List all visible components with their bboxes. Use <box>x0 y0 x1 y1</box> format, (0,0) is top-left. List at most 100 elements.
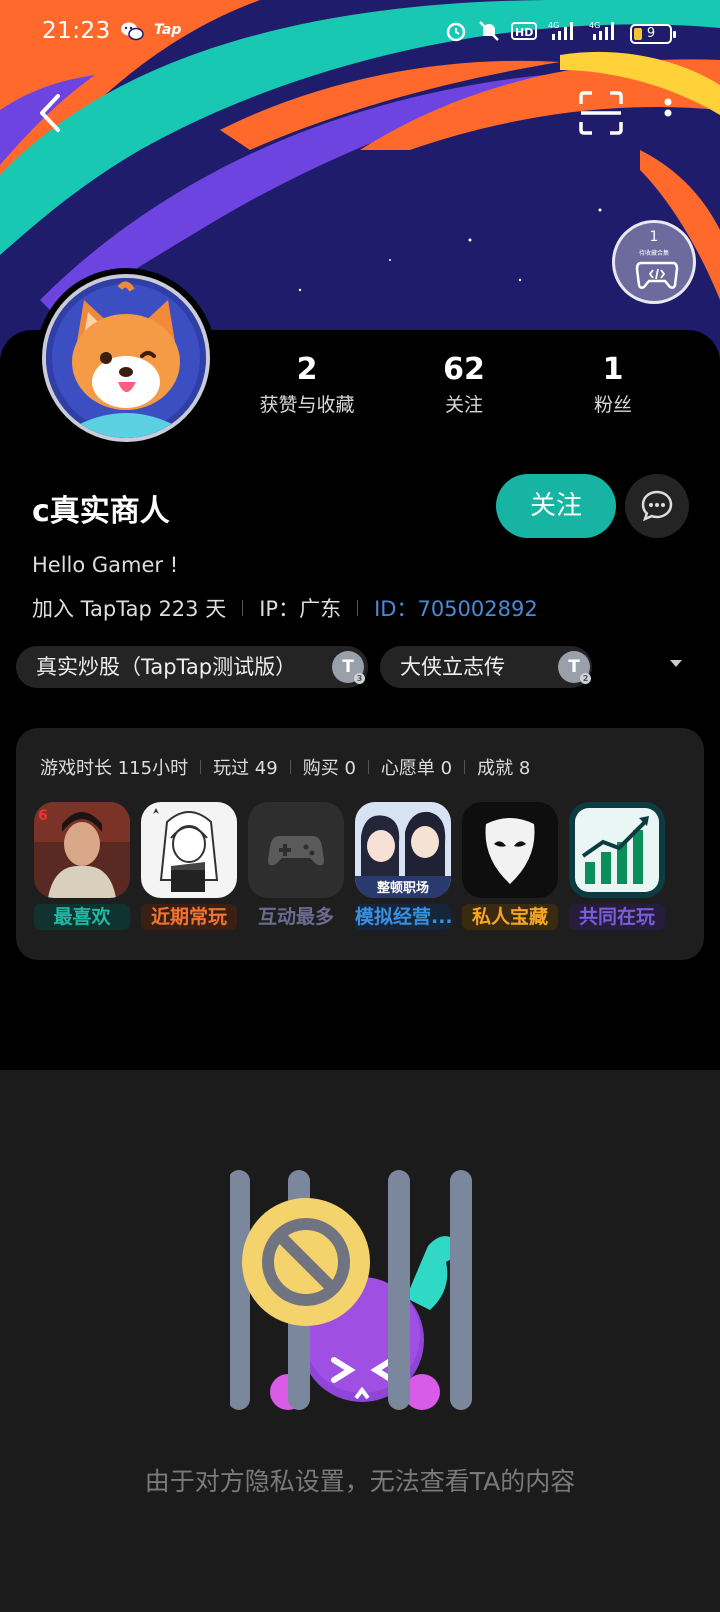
gamepad-icon <box>635 261 679 289</box>
stat-followers-value: 1 <box>602 352 624 387</box>
privacy-message: 由于对方隐私设置，无法查看TA的内容 <box>144 1467 576 1496</box>
taptap-icon-text: T <box>568 657 580 677</box>
game-collection-badge[interactable]: 1 待收藏合集 <box>612 220 696 304</box>
play-time[interactable]: 游戏时长 115小时 <box>40 754 188 780</box>
taptap-level-icon: T2 <box>558 651 591 684</box>
message-button[interactable] <box>625 474 689 538</box>
game-icon-simulation: 整顿职场 <box>355 802 451 898</box>
game-tag-2[interactable]: 大侠立志传 T2 <box>380 646 592 688</box>
divider <box>357 600 359 616</box>
divider <box>200 760 202 774</box>
signal-4g-icon: 4G <box>548 20 578 48</box>
wechat-icon <box>120 21 144 47</box>
status-icons: HD 4G 4G 9 <box>445 20 676 48</box>
game-most-interacted[interactable]: 互动最多 <box>248 802 344 930</box>
stat-following-label: 关注 <box>444 394 483 416</box>
divider <box>464 760 466 774</box>
game-playing-together[interactable]: 共同在玩 <box>569 802 665 930</box>
svg-text:HD: HD <box>515 26 533 39</box>
game-icon-stocks <box>569 802 665 898</box>
user-id-value: 705002892 <box>417 597 538 621</box>
jail-blocked-icon <box>228 1170 472 1410</box>
stat-following-value: 62 <box>443 352 485 387</box>
taptap-icon-text: T <box>342 657 354 677</box>
taptap-status-icon: Tap <box>154 22 182 38</box>
badge-caption: 待收藏合集 <box>638 250 669 257</box>
game-recent[interactable]: 近期常玩 <box>141 802 237 930</box>
game-label: 共同在玩 <box>569 904 665 930</box>
game-tag-label: 大侠立志传 <box>400 655 505 679</box>
avatar[interactable] <box>36 268 216 448</box>
stat-following[interactable]: 62 关注 <box>389 350 539 420</box>
scan-icon <box>579 91 623 135</box>
status-bar: 21:23 Tap HD 4G 4G 9 <box>0 16 720 50</box>
stat-followers-label: 粉丝 <box>593 394 632 416</box>
game-label: 互动最多 <box>248 904 344 930</box>
profile-meta: 加入 TapTap 223 天 IP：广东 ID：705002892 <box>32 593 538 623</box>
tag-level: 3 <box>354 673 365 684</box>
game-icon-favorite: 6 <box>34 802 130 898</box>
battery-level: 9 <box>646 26 656 41</box>
username: c真实商人 <box>32 494 170 529</box>
game-icon-recent <box>141 802 237 898</box>
shiba-dog-avatar-icon <box>46 278 206 438</box>
mute-icon <box>478 20 500 48</box>
stat-likes[interactable]: 2 获赞与收藏 <box>232 350 382 420</box>
avatar-image <box>42 274 210 442</box>
stock-chart-icon <box>569 802 665 898</box>
content-area: 由于对方隐私设置，无法查看TA的内容 <box>0 1070 720 1612</box>
more-button[interactable] <box>658 90 678 136</box>
follow-button[interactable]: 关注 <box>496 474 616 538</box>
game-label: 模拟经营... <box>355 904 451 930</box>
scan-button[interactable] <box>578 90 624 136</box>
battery-icon: 9 <box>630 24 676 44</box>
game-tag-label: 真实炒股（TapTap测试版） <box>36 655 297 679</box>
expand-tags-icon[interactable] <box>670 660 682 667</box>
mask-icon <box>462 802 558 898</box>
user-id[interactable]: ID：705002892 <box>374 593 538 623</box>
gamepad-icon <box>268 836 324 866</box>
game-label: 最喜欢 <box>34 904 130 930</box>
game-simulation[interactable]: 整顿职场 模拟经营... <box>355 802 451 930</box>
profile-screen: 21:23 Tap HD 4G 4G 9 1 待收藏合集 2 获赞与收藏 62 … <box>0 0 720 1612</box>
stat-likes-value: 2 <box>296 352 318 387</box>
game-icon-private <box>462 802 558 898</box>
stat-likes-label: 获赞与收藏 <box>259 394 355 416</box>
game-label: 私人宝藏 <box>462 904 558 930</box>
user-id-label: ID： <box>374 597 418 621</box>
ip-location: IP：广东 <box>259 597 342 621</box>
back-arrow-icon <box>40 94 60 132</box>
divider <box>242 600 244 616</box>
purchased-count[interactable]: 购买 0 <box>303 754 356 780</box>
games-card: 游戏时长 115小时 玩过 49 购买 0 心愿单 0 成就 8 6 最喜欢 近… <box>16 728 704 960</box>
taptap-level-icon: T3 <box>332 651 365 684</box>
privacy-blocked-illustration <box>228 1170 490 1430</box>
chat-bubble-icon <box>641 490 673 522</box>
badge-number: 1 <box>649 229 659 245</box>
tag-level: 2 <box>580 673 591 684</box>
alarm-icon <box>445 20 467 48</box>
hd-icon: HD <box>511 21 537 47</box>
more-vertical-icon <box>664 98 672 117</box>
svg-text:6: 6 <box>38 808 48 824</box>
played-count[interactable]: 玩过 49 <box>213 754 278 780</box>
svg-text:4G: 4G <box>548 21 559 30</box>
status-time: 21:23 <box>42 18 111 44</box>
join-days: 加入 TapTap 223 天 <box>32 597 227 621</box>
achievements-count[interactable]: 成就 8 <box>477 754 530 780</box>
bio-text: Hello Gamer ! <box>32 553 179 577</box>
game-stats-summary: 游戏时长 115小时 玩过 49 购买 0 心愿单 0 成就 8 <box>40 754 530 780</box>
game-icon-placeholder <box>248 802 344 898</box>
game-favorite[interactable]: 6 最喜欢 <box>34 802 130 930</box>
wishlist-count[interactable]: 心愿单 0 <box>381 754 452 780</box>
game-icon-caption: 整顿职场 <box>376 880 429 896</box>
stat-followers[interactable]: 1 粉丝 <box>538 350 688 420</box>
game-tags-row: 真实炒股（TapTap测试版） T3 大侠立志传 T2 <box>16 646 720 688</box>
game-private-treasure[interactable]: 私人宝藏 <box>462 802 558 930</box>
svg-text:4G: 4G <box>589 21 600 30</box>
signal-4g-icon-2: 4G <box>589 20 619 48</box>
divider <box>289 760 291 774</box>
divider <box>367 760 369 774</box>
back-button[interactable] <box>30 88 70 138</box>
game-tag-1[interactable]: 真实炒股（TapTap测试版） T3 <box>16 646 368 688</box>
